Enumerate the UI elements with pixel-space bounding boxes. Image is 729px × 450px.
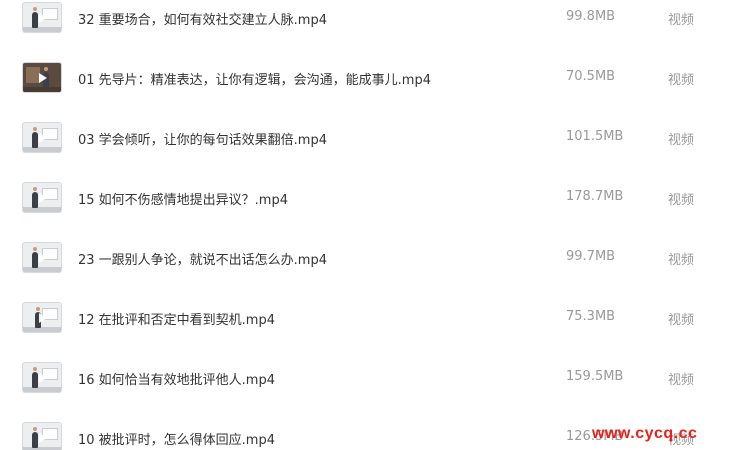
file-name[interactable]: 23 一跟别人争论，就说不出话怎么办.mp4 <box>78 249 327 268</box>
file-row[interactable]: 23 一跟别人争论，就说不出话怎么办.mp4 99.7MB 视频 <box>0 240 729 276</box>
file-name[interactable]: 10 被批评时，怎么得体回应.mp4 <box>78 429 275 448</box>
file-name[interactable]: 01 先导片：精准表达，让你有逻辑，会沟通，能成事儿.mp4 <box>78 69 431 88</box>
play-icon <box>39 13 47 23</box>
play-icon <box>39 253 47 263</box>
file-name[interactable]: 16 如何恰当有效地批评他人.mp4 <box>78 369 275 388</box>
play-icon <box>39 433 47 443</box>
file-type: 视频 <box>668 313 695 328</box>
video-thumbnail[interactable] <box>22 422 62 450</box>
play-icon <box>39 193 47 203</box>
file-size: 178.7MB <box>566 189 624 204</box>
file-row[interactable]: 32 重要场合，如何有效社交建立人脉.mp4 99.8MB 视频 <box>0 0 729 36</box>
file-size: 70.5MB <box>566 69 616 84</box>
video-thumbnail[interactable] <box>22 62 62 93</box>
file-type: 视频 <box>668 73 695 88</box>
file-type: 视频 <box>668 193 695 208</box>
file-row[interactable]: 16 如何恰当有效地批评他人.mp4 159.5MB 视频 <box>0 360 729 396</box>
file-size: 75.3MB <box>566 309 616 324</box>
file-name[interactable]: 32 重要场合，如何有效社交建立人脉.mp4 <box>78 9 327 28</box>
file-size: 159.5MB <box>566 369 624 384</box>
file-row[interactable]: 03 学会倾听，让你的每句话效果翻倍.mp4 101.5MB 视频 <box>0 120 729 156</box>
video-thumbnail[interactable] <box>22 122 62 153</box>
video-thumbnail[interactable] <box>22 2 62 33</box>
file-size: 99.7MB <box>566 249 616 264</box>
file-name[interactable]: 15 如何不伤感情地提出异议？.mp4 <box>78 189 288 208</box>
file-row[interactable]: 12 在批评和否定中看到契机.mp4 75.3MB 视频 <box>0 300 729 336</box>
video-thumbnail[interactable] <box>22 302 62 333</box>
file-row[interactable]: 15 如何不伤感情地提出异议？.mp4 178.7MB 视频 <box>0 180 729 216</box>
file-name[interactable]: 12 在批评和否定中看到契机.mp4 <box>78 309 275 328</box>
video-thumbnail[interactable] <box>22 182 62 213</box>
file-type: 视频 <box>668 253 695 268</box>
play-icon <box>39 313 47 323</box>
file-type: 视频 <box>668 133 695 148</box>
video-thumbnail[interactable] <box>22 242 62 273</box>
file-size: 99.8MB <box>566 9 616 24</box>
file-name[interactable]: 03 学会倾听，让你的每句话效果翻倍.mp4 <box>78 129 327 148</box>
play-icon <box>39 73 47 83</box>
file-row[interactable]: 01 先导片：精准表达，让你有逻辑，会沟通，能成事儿.mp4 70.5MB 视频 <box>0 60 729 96</box>
video-thumbnail[interactable] <box>22 362 62 393</box>
play-icon <box>39 133 47 143</box>
file-size: 101.5MB <box>566 129 624 144</box>
file-list: 32 重要场合，如何有效社交建立人脉.mp4 99.8MB 视频 01 先导片：… <box>0 0 729 450</box>
file-type: 视频 <box>668 373 695 388</box>
file-type: 视频 <box>668 13 695 28</box>
site-watermark: www.cycq.cc <box>592 425 698 442</box>
play-icon <box>39 373 47 383</box>
